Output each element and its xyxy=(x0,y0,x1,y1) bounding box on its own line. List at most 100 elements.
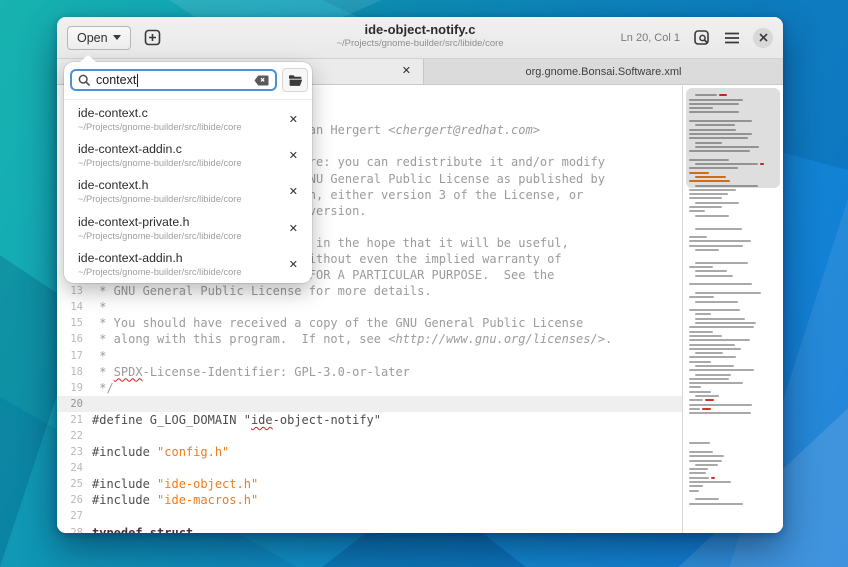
minimap-row xyxy=(689,481,775,483)
tab-org-gnome-bonsai[interactable]: org.gnome.Bonsai.Software.xml xyxy=(423,59,783,84)
minimap-row xyxy=(689,498,775,500)
remove-recent-icon[interactable]: ✕ xyxy=(289,224,298,235)
minimap-row xyxy=(689,189,775,191)
minimap-row xyxy=(689,361,775,363)
code-line: 22 xyxy=(57,428,683,444)
minimap-row xyxy=(689,399,775,401)
result-file-name: ide-context.c xyxy=(78,106,278,121)
line-number: 17 xyxy=(57,350,83,362)
minimap-row xyxy=(689,249,775,251)
code-text: * SPDX-License-Identifier: GPL-3.0-or-la… xyxy=(83,365,410,379)
minimap-row xyxy=(689,228,775,230)
minimap-row xyxy=(689,395,775,397)
minimap-row xyxy=(689,438,775,440)
search-result-item[interactable]: ide-context-addin.c~/Projects/gnome-buil… xyxy=(64,138,312,174)
remove-recent-icon[interactable]: ✕ xyxy=(289,151,298,162)
minimap-row xyxy=(689,301,775,303)
code-line: 19 */ xyxy=(57,380,683,396)
remove-recent-icon[interactable]: ✕ xyxy=(289,115,298,126)
minimap-row xyxy=(689,215,775,217)
minimap-row xyxy=(689,331,775,333)
code-text: * xyxy=(83,300,106,314)
minimap-row xyxy=(689,193,775,195)
clear-search-icon[interactable] xyxy=(254,75,269,86)
close-icon xyxy=(759,33,768,42)
search-result-item[interactable]: ide-context.c~/Projects/gnome-builder/sr… xyxy=(64,102,312,138)
cursor-position-label: Ln 20, Col 1 xyxy=(621,32,680,44)
minimap-row xyxy=(689,245,775,247)
minimap-row xyxy=(689,425,775,427)
remove-recent-icon[interactable]: ✕ xyxy=(289,260,298,271)
minimap-row xyxy=(689,305,775,307)
minimap-row xyxy=(689,369,775,371)
minimap-row xyxy=(689,223,775,225)
minimap-row xyxy=(689,391,775,393)
document-search-icon xyxy=(693,29,711,47)
minimap-row xyxy=(689,356,775,358)
tab-close-icon[interactable]: ✕ xyxy=(402,66,411,77)
minimap-row xyxy=(689,404,775,406)
global-search-button[interactable] xyxy=(693,29,711,47)
code-text: #include "ide-macros.h" xyxy=(83,493,258,507)
minimap-row xyxy=(689,477,775,479)
minimap-row xyxy=(689,240,775,242)
header-right-controls: Ln 20, Col 1 xyxy=(621,28,773,48)
new-tab-icon xyxy=(144,29,161,46)
minimap-row xyxy=(689,421,775,423)
search-result-item[interactable]: ide-context-addin.h~/Projects/gnome-buil… xyxy=(64,247,312,283)
code-line: 17 * xyxy=(57,348,683,364)
search-result-item[interactable]: ide-context.h~/Projects/gnome-builder/sr… xyxy=(64,174,312,210)
minimap-row xyxy=(689,258,775,260)
minimap-row xyxy=(689,455,775,457)
page-title: ide-object-notify.c xyxy=(250,21,590,38)
popover-arrow xyxy=(80,55,96,62)
open-file-button[interactable] xyxy=(282,68,308,92)
minimap-row xyxy=(689,434,775,436)
minimap-row xyxy=(689,494,775,496)
minimap-row xyxy=(689,408,775,410)
minimap-row xyxy=(689,288,775,290)
minimap-row xyxy=(689,335,775,337)
code-text: */ xyxy=(83,381,114,395)
code-text: typedef struct xyxy=(83,526,193,533)
open-pages-popover: context ide-context.c~/Projects/gnome-bu… xyxy=(64,62,312,283)
minimap-row xyxy=(689,232,775,234)
code-line: 26#include "ide-macros.h" xyxy=(57,492,683,508)
window-close-button[interactable] xyxy=(753,28,773,48)
code-text: #define G_LOG_DOMAIN "ide-object-notify" xyxy=(83,413,381,427)
line-number: 28 xyxy=(57,527,83,533)
code-line: 18 * SPDX-License-Identifier: GPL-3.0-or… xyxy=(57,364,683,380)
line-number: 27 xyxy=(57,510,83,522)
minimap-row xyxy=(689,503,775,505)
minimap-row xyxy=(689,429,775,431)
code-text: #include "config.h" xyxy=(83,445,229,459)
minimap-row xyxy=(689,313,775,315)
minimap-row xyxy=(689,296,775,298)
open-button-label: Open xyxy=(77,31,108,45)
menu-button[interactable] xyxy=(724,32,740,44)
minimap-row xyxy=(689,318,775,320)
minimap-row xyxy=(689,348,775,350)
line-number: 22 xyxy=(57,430,83,442)
result-file-path: ~/Projects/gnome-builder/src/libide/core xyxy=(78,266,278,278)
new-tab-button[interactable] xyxy=(144,29,161,46)
code-text: #include "ide-object.h" xyxy=(83,477,258,491)
minimap-row xyxy=(689,472,775,474)
text-caret xyxy=(137,74,138,87)
tab-label: org.gnome.Bonsai.Software.xml xyxy=(526,66,682,78)
minimap-row xyxy=(689,197,775,199)
line-number: 21 xyxy=(57,414,83,426)
search-input[interactable]: context xyxy=(70,69,277,91)
minimap-row xyxy=(689,365,775,367)
line-number: 20 xyxy=(57,398,83,410)
result-file-name: ide-context-addin.h xyxy=(78,251,278,266)
line-number: 19 xyxy=(57,382,83,394)
result-file-name: ide-context-addin.c xyxy=(78,142,278,157)
open-button[interactable]: Open xyxy=(67,26,131,50)
remove-recent-icon[interactable]: ✕ xyxy=(289,188,298,199)
minimap-row xyxy=(689,417,775,419)
search-result-item[interactable]: ide-context-private.h~/Projects/gnome-bu… xyxy=(64,211,312,247)
minimap[interactable] xyxy=(682,86,783,533)
hamburger-menu-icon xyxy=(724,32,740,44)
minimap-viewport[interactable] xyxy=(686,88,780,188)
